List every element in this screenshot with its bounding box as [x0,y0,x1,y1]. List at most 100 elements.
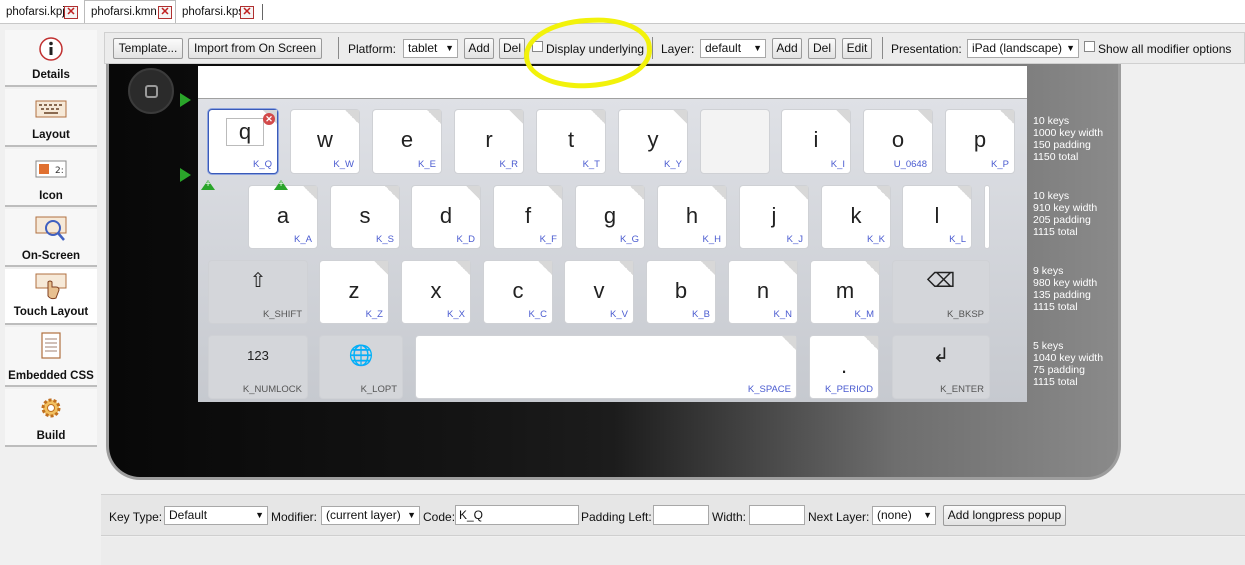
modifier-select[interactable]: (current layer) ▼ [321,506,420,525]
template-button[interactable]: Template... [113,38,183,59]
sidebar-item-build[interactable]: Build [5,389,97,447]
key-cap-text: f [524,203,532,228]
file-tab-kpj[interactable]: phofarsi.kpj ✕ [0,3,82,22]
key-corner-icon [538,261,552,275]
key-k-y[interactable]: y K_Y [618,109,688,174]
code-input[interactable]: K_Q [455,505,579,525]
key-k-w[interactable]: w K_W [290,109,360,174]
sidebar-item-embedded-css[interactable]: Embedded CSS [5,327,97,387]
row-stat-line: 1115 total [1033,376,1078,388]
key-k-m[interactable]: m K_M [810,260,880,324]
row-marker-icon[interactable] [180,93,191,107]
padding-left-input[interactable] [653,505,709,525]
row-stats: 10 keys 910 key width 205 padding 1115 tota… [1033,190,1097,238]
key-k-i[interactable]: i K_I [781,109,851,174]
key-corner-icon [782,336,796,350]
sidebar-item-label: Details [32,69,70,81]
import-on-screen-button[interactable]: Import from On Screen [188,38,322,59]
key-cap-text: t [567,127,575,152]
key-corner-icon [794,186,808,200]
key-type-select[interactable]: Default ▼ [164,506,268,525]
key-cap-text: g [603,203,617,228]
platform-del-button[interactable]: Del [499,38,525,59]
key-code-label: K_LOPT [360,384,397,395]
key-k-p[interactable]: p K_P [945,109,1015,174]
layer-edit-button[interactable]: Edit [842,38,872,59]
key-cap-text: ↲ [932,345,950,367]
delete-key-icon[interactable]: ✕ [263,113,275,125]
key-code-label: K_L [949,234,966,245]
key-k-s[interactable]: s K_S [330,185,400,249]
platform-add-button[interactable]: Add [464,38,494,59]
width-label: Width: [712,510,747,524]
key-code-label: K_K [867,234,885,245]
layer-add-button[interactable]: Add [772,38,802,59]
key-code-label: K_PERIOD [824,384,873,395]
key-corner-icon [957,186,971,200]
platform-select-value: tablet [408,41,438,55]
key-corner-icon [427,110,441,124]
key-code-label: K_SPACE [747,384,791,395]
key-k-k[interactable]: k K_K [821,185,891,249]
width-input[interactable] [749,505,805,525]
key-corner-icon [619,261,633,275]
key-k-v[interactable]: v K_V [564,260,634,324]
row-marker-icon[interactable] [180,168,191,182]
key-k-f[interactable]: f K_F [493,185,563,249]
platform-select[interactable]: tablet ▼ [403,39,458,58]
next-layer-select[interactable]: (none) ▼ [872,506,936,525]
toolbar-divider [652,37,653,59]
sidebar-item-icon[interactable]: 2: Icon [5,149,97,207]
key-k-j[interactable]: j K_J [739,185,809,249]
key-code-label: K_W [333,159,354,170]
sidebar-item-layout[interactable]: Layout [5,89,97,147]
row-stat-line: 1115 total [1033,226,1078,238]
key-type-label: Key Type: [109,510,163,524]
key-k-h[interactable]: h K_H [657,185,727,249]
key-corner-icon [345,110,359,124]
key-k-r[interactable]: r K_R [454,109,524,174]
key-k-g[interactable]: g K_G [575,185,645,249]
sidebar-item-touch-layout[interactable]: Touch Layout [5,269,97,325]
touch-layout-toolbar: Template... Import from On Screen Platfo… [104,32,1245,64]
presentation-select[interactable]: iPad (landscape) ▼ [967,39,1079,58]
key-k-z[interactable]: z K_Z [319,260,389,324]
close-icon[interactable]: ✕ [64,6,78,19]
key-blank[interactable] [700,109,770,174]
key-cap-text: w [317,127,333,152]
key-k-space[interactable]: K_SPACE [415,335,797,399]
key-k-b[interactable]: b K_B [646,260,716,324]
key-k-l[interactable]: l K_L [902,185,972,249]
key-k-d[interactable]: d K_D [411,185,481,249]
close-icon[interactable]: ✕ [240,6,254,19]
next-layer-label: Next Layer: [808,510,870,524]
key-k-c[interactable]: c K_C [483,260,553,324]
key-k-t[interactable]: t K_T [536,109,606,174]
sidebar-item-details[interactable]: Details [5,30,97,87]
key-k-shift[interactable]: ⇧ K_SHIFT [208,260,308,324]
key-k-a[interactable]: a K_A [248,185,318,249]
key-k-lopt[interactable]: 🌐 K_LOPT [319,335,403,399]
sidebar-item-on-screen[interactable]: On-Screen [5,209,97,267]
key-k-e[interactable]: e K_E [372,109,442,174]
close-icon[interactable]: ✕ [158,6,172,19]
key-k-q[interactable]: q ✕ K_Q [208,109,278,174]
key-k-period[interactable]: . K_PERIOD [809,335,879,399]
key-cap-text: b [674,278,688,303]
add-longpress-popup-button[interactable]: Add longpress popup [943,505,1066,526]
key-k-x[interactable]: x K_X [401,260,471,324]
file-tab-kps[interactable]: phofarsi.kps ✕ [176,3,262,22]
layer-select[interactable]: default ▼ [700,39,766,58]
key-code-label: K_B [692,309,710,320]
key-u-0648[interactable]: o U_0648 [863,109,933,174]
key-k-numlock[interactable]: 123 K_NUMLOCK [208,335,308,399]
key-blank[interactable] [984,185,990,249]
key-k-n[interactable]: n K_N [728,260,798,324]
show-all-modifiers-checkbox[interactable] [1084,41,1095,52]
key-k-enter[interactable]: ↲ K_ENTER [892,335,990,399]
layer-del-button[interactable]: Del [808,38,836,59]
presentation-select-value: iPad (landscape) [972,41,1063,55]
key-k-bksp[interactable]: ⌫ K_BKSP [892,260,990,324]
key-code-label: K_Q [252,159,272,170]
file-tab-kmn[interactable]: phofarsi.kmn ✕ [84,0,176,23]
